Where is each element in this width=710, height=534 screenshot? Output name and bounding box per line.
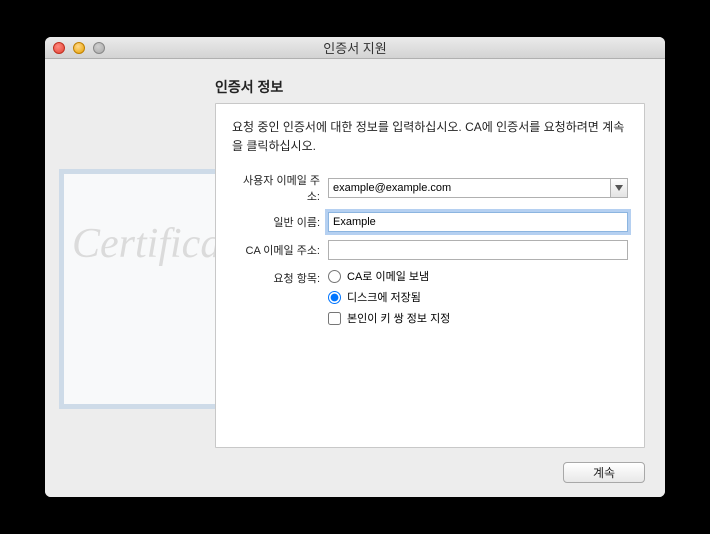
traffic-lights [45, 42, 105, 54]
ca-email-input[interactable] [328, 240, 628, 260]
certificate-assistant-window: 인증서 지원 Certificate 인증서 정보 요청 중인 인증서에 대한 … [45, 37, 665, 497]
user-email-combobox [328, 178, 628, 198]
form-panel: 요청 중인 인증서에 대한 정보를 입력하십시오. CA에 인증서를 요청하려면… [215, 103, 645, 448]
user-email-dropdown-button[interactable] [610, 178, 628, 198]
zoom-button[interactable] [93, 42, 105, 54]
footer: 계속 [65, 454, 645, 483]
radio-save-disk-label: 디스크에 저장됨 [347, 289, 421, 305]
minimize-button[interactable] [73, 42, 85, 54]
window-title: 인증서 지원 [45, 38, 665, 57]
instruction-text: 요청 중인 인증서에 대한 정보를 입력하십시오. CA에 인증서를 요청하려면… [232, 118, 628, 156]
label-user-email: 사용자 이메일 주소: [232, 172, 328, 204]
continue-button[interactable]: 계속 [563, 462, 645, 483]
row-ca-email: CA 이메일 주소: [232, 240, 628, 260]
chevron-down-icon [615, 185, 623, 191]
label-ca-email: CA 이메일 주소: [232, 242, 328, 258]
radio-email-ca[interactable] [328, 270, 341, 283]
close-button[interactable] [53, 42, 65, 54]
row-user-email: 사용자 이메일 주소: [232, 172, 628, 204]
row-request-type: 요청 항목: CA로 이메일 보냄 디스크에 저장됨 본인이 키 쌍 정보 지정 [232, 268, 628, 331]
content-area: Certificate 인증서 정보 요청 중인 인증서에 대한 정보를 입력하… [45, 59, 665, 497]
section-title: 인증서 정보 [215, 77, 645, 97]
checkbox-keypair[interactable] [328, 312, 341, 325]
checkbox-keypair-label: 본인이 키 쌍 정보 지정 [347, 310, 450, 326]
radio-save-disk[interactable] [328, 291, 341, 304]
common-name-input[interactable] [328, 212, 628, 232]
radio-option-email-ca[interactable]: CA로 이메일 보냄 [328, 268, 628, 284]
checkbox-option-keypair[interactable]: 본인이 키 쌍 정보 지정 [328, 310, 628, 326]
row-common-name: 일반 이름: [232, 212, 628, 232]
radio-email-ca-label: CA로 이메일 보냄 [347, 268, 429, 284]
radio-option-save-disk[interactable]: 디스크에 저장됨 [328, 289, 628, 305]
user-email-input[interactable] [328, 178, 610, 198]
titlebar: 인증서 지원 [45, 37, 665, 59]
label-request-type: 요청 항목: [232, 268, 328, 286]
label-common-name: 일반 이름: [232, 214, 328, 230]
